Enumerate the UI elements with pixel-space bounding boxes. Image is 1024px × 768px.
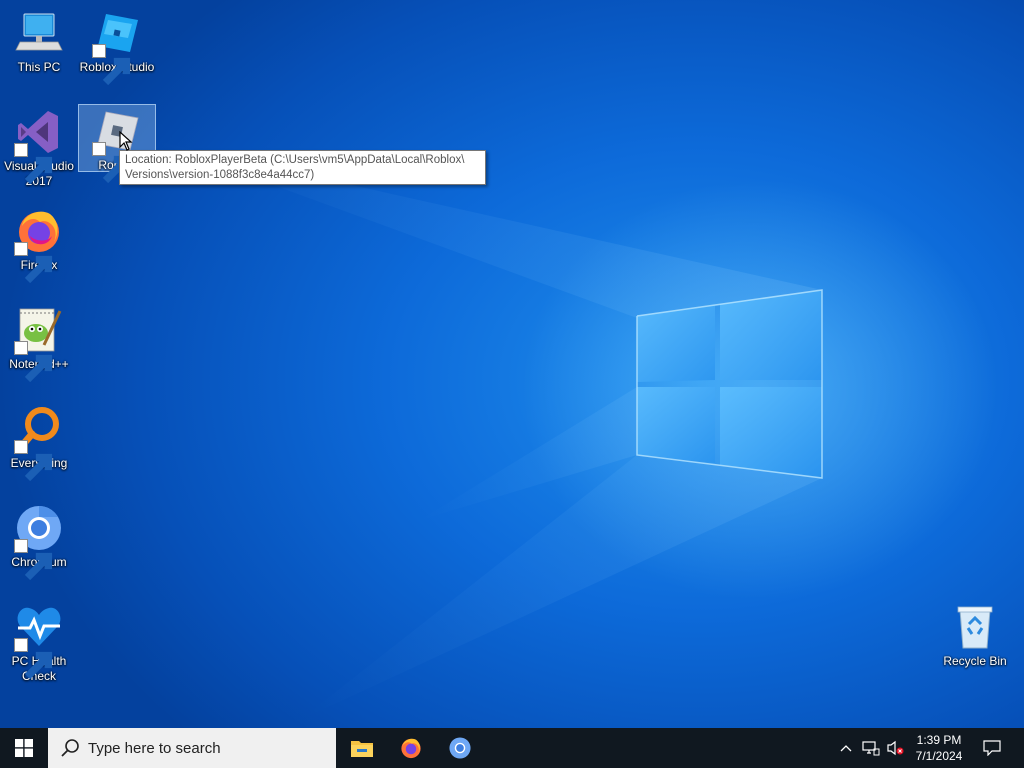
taskbar-firefox[interactable] (387, 728, 435, 768)
search-icon (61, 739, 79, 757)
tooltip-line-2: Versions\version-1088f3c8e4a44cc7) (125, 169, 315, 181)
taskbar: Type here to search 1:39 PM 7/1/2024 (0, 728, 1024, 768)
chromium-icon (449, 737, 471, 759)
desktop-icon-everything[interactable]: Everything (0, 404, 78, 482)
show-hidden-icons-button[interactable] (836, 728, 856, 768)
network-tray-button[interactable] (860, 728, 882, 768)
search-placeholder: Type here to search (88, 739, 221, 757)
shortcut-arrow-icon (14, 440, 53, 482)
windows-logo-wallpaper (636, 289, 823, 479)
clock-time: 1:39 PM (916, 733, 962, 747)
desktop-icon-visual-studio-2017[interactable]: Visual Studio 2017 (0, 107, 78, 189)
firefox-icon (14, 206, 64, 284)
chromium-icon (14, 503, 64, 581)
taskbar-file-explorer[interactable] (338, 728, 386, 768)
desktop-icon-pc-health-check[interactable]: PC Health Check (0, 602, 78, 684)
location-tooltip: Location: RobloxPlayerBeta (C:\Users\vm5… (119, 150, 486, 185)
taskbar-search-box[interactable]: Type here to search (48, 728, 336, 768)
shortcut-arrow-icon (14, 341, 53, 383)
desktop-icon-firefox[interactable]: Firefox (0, 206, 78, 284)
tooltip-line-1: Location: RobloxPlayerBeta (C:\Users\vm5… (125, 154, 465, 166)
firefox-icon (401, 738, 421, 759)
everything-search-icon (14, 404, 64, 482)
roblox-studio-icon (92, 8, 142, 86)
windows-start-icon (15, 739, 33, 757)
volume-tray-button[interactable] (884, 728, 906, 768)
desktop-icon-roblox-studio[interactable]: Roblox Studio (78, 8, 156, 86)
visual-studio-icon (14, 107, 64, 185)
start-button[interactable] (0, 728, 48, 768)
taskbar-clock[interactable]: 1:39 PM 7/1/2024 (906, 732, 972, 764)
desktop-icon-notepad-plus-plus[interactable]: Notepad++ (0, 305, 78, 383)
notepad-plus-plus-icon (14, 305, 64, 383)
notification-icon (983, 740, 1001, 756)
desktop-icon-label: Recycle Bin (943, 654, 1007, 668)
shortcut-arrow-icon (14, 539, 53, 581)
mouse-cursor-icon (119, 131, 133, 151)
desktop-icon-label: This PC (17, 60, 61, 74)
recycle-bin-icon (950, 602, 1000, 652)
folder-icon (351, 741, 373, 757)
chevron-up-icon (840, 745, 852, 752)
shortcut-arrow-icon (92, 142, 131, 184)
desktop-icon-chromium[interactable]: Chromium (0, 503, 78, 581)
this-pc-icon (14, 8, 64, 58)
shortcut-arrow-icon (14, 143, 53, 185)
volume-muted-icon (887, 740, 904, 756)
taskbar-chromium[interactable] (436, 728, 484, 768)
roblox-icon (92, 106, 142, 184)
desktop-icon-recycle-bin[interactable]: Recycle Bin (936, 602, 1014, 669)
action-center-button[interactable] (978, 728, 1006, 768)
heart-pulse-icon (14, 602, 64, 680)
network-icon (862, 741, 880, 756)
desktop-icon-this-pc[interactable]: This PC (0, 8, 78, 75)
shortcut-arrow-icon (92, 44, 131, 86)
shortcut-arrow-icon (14, 638, 53, 680)
shortcut-arrow-icon (14, 242, 53, 284)
clock-date: 7/1/2024 (915, 749, 963, 763)
